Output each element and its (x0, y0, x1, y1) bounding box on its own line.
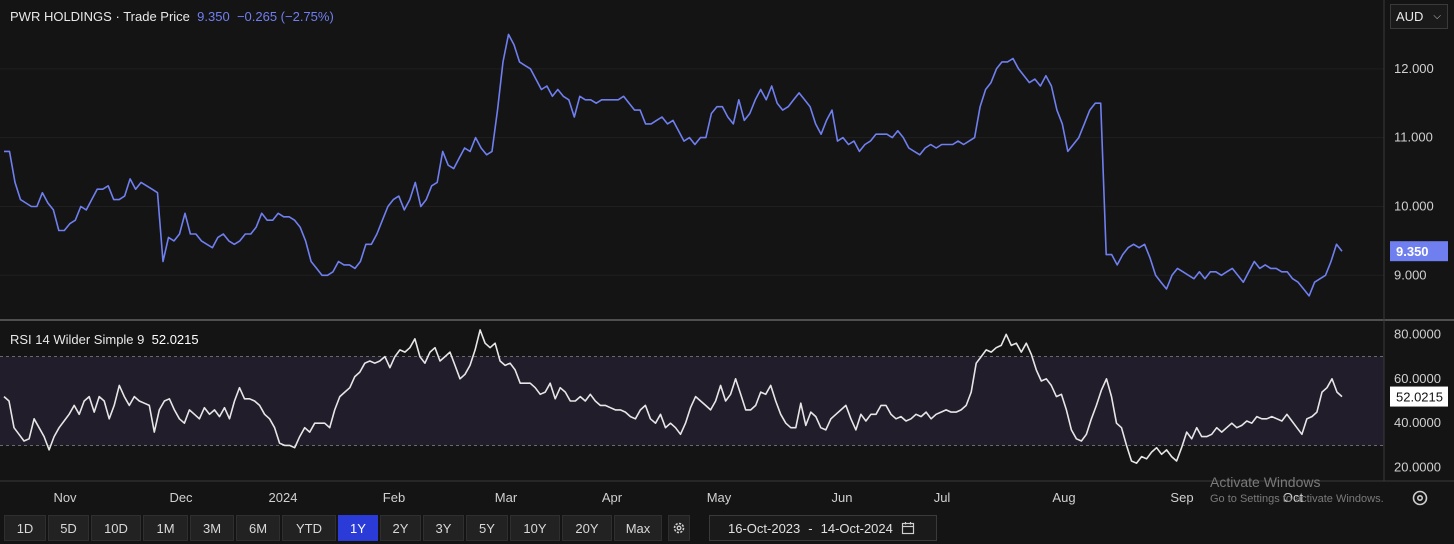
gear-icon (673, 522, 685, 534)
date-separator: - (808, 520, 813, 536)
field-name: Trade Price (123, 9, 190, 24)
calendar-icon (901, 522, 914, 535)
range-button-ytd[interactable]: YTD (282, 515, 336, 541)
date-from: 16-Oct-2023 (728, 520, 801, 536)
watermark-subtitle: Go to Settings to activate Windows. (1210, 493, 1384, 505)
x-tick: Mar (495, 490, 518, 505)
watermark-title: Activate Windows (1210, 474, 1321, 490)
x-tick: May (707, 490, 732, 505)
header-separator: · (115, 9, 120, 24)
rsi-header: RSI 14 Wilder Simple 9 52.0215 (10, 332, 199, 347)
price-header: PWR HOLDINGS · Trade Price 9.350 −0.265 … (10, 9, 334, 24)
price-y-tick: 11.000 (1394, 130, 1433, 145)
range-button-10d[interactable]: 10D (91, 515, 141, 541)
symbol-name: PWR HOLDINGS (10, 9, 112, 24)
rsi-band-fill (0, 356, 1384, 446)
rsi-y-tick: 20.0000 (1394, 460, 1441, 475)
rsi-y-tick: 40.0000 (1394, 415, 1441, 430)
range-button-1d[interactable]: 1D (4, 515, 46, 541)
currency-label: AUD (1396, 9, 1424, 24)
chart-area[interactable]: 9.000 10.000 11.000 12.000 20.0000 40.0000 60… (0, 0, 1454, 512)
range-button-3y[interactable]: 3Y (423, 515, 464, 541)
range-button-6m[interactable]: 6M (236, 515, 280, 541)
x-tick: Aug (1052, 490, 1075, 505)
range-button-20y[interactable]: 20Y (562, 515, 612, 541)
x-tick: Jun (832, 490, 853, 505)
chevron-down-icon: ⌵ (1433, 11, 1441, 22)
price-series (4, 33, 1343, 297)
x-tick: Jul (934, 490, 951, 505)
rsi-last-label: 52.0215 (1396, 390, 1443, 405)
settings-icon (1412, 490, 1428, 506)
price-y-tick: 10.000 (1394, 198, 1434, 213)
date-to: 14-Oct-2024 (820, 520, 893, 536)
x-tick: Dec (169, 490, 193, 505)
range-button-5d[interactable]: 5D (48, 515, 89, 541)
range-settings-button[interactable] (668, 515, 690, 541)
x-tick: Nov (53, 490, 77, 505)
rsi-y-tick: 80.0000 (1394, 326, 1441, 341)
chart-settings-button[interactable] (1408, 486, 1432, 510)
range-button-5y[interactable]: 5Y (466, 515, 508, 541)
price-y-tick: 12.000 (1394, 61, 1434, 76)
date-range-picker[interactable]: 16-Oct-2023 - 14-Oct-2024 (709, 515, 937, 541)
price-y-tick: 9.000 (1394, 267, 1427, 282)
x-tick: Sep (1170, 490, 1193, 505)
x-axis: Nov Dec 2024 Feb Mar Apr May Jun Jul Aug Sep Oct (53, 490, 1303, 505)
price-last-label: 9.350 (1396, 244, 1429, 259)
range-button-10y[interactable]: 10Y (510, 515, 560, 541)
rsi-band (0, 356, 1384, 446)
currency-selector[interactable]: AUD ⌵ (1390, 4, 1448, 29)
range-button-1m[interactable]: 1M (143, 515, 188, 541)
x-tick: Apr (602, 490, 623, 505)
range-button-1y[interactable]: 1Y (338, 515, 378, 541)
rsi-y-tick: 60.0000 (1394, 371, 1441, 386)
range-button-max[interactable]: Max (614, 515, 662, 541)
x-tick: Feb (383, 490, 405, 505)
rsi-value: 52.0215 (151, 332, 199, 347)
range-toolbar: 1D 5D 10D 1M 3M 6M YTD 1Y 2Y 3Y 5Y 10Y 20Y Max 16-Oct… (0, 512, 1454, 544)
x-tick: 2024 (269, 490, 298, 505)
last-price: 9.350 (197, 9, 230, 24)
rsi-label: RSI 14 Wilder Simple 9 (10, 332, 145, 347)
price-change: −0.265 (−2.75%) (236, 9, 334, 24)
price-line (4, 33, 1343, 297)
range-button-2y[interactable]: 2Y (380, 515, 421, 541)
range-button-3m[interactable]: 3M (190, 515, 234, 541)
